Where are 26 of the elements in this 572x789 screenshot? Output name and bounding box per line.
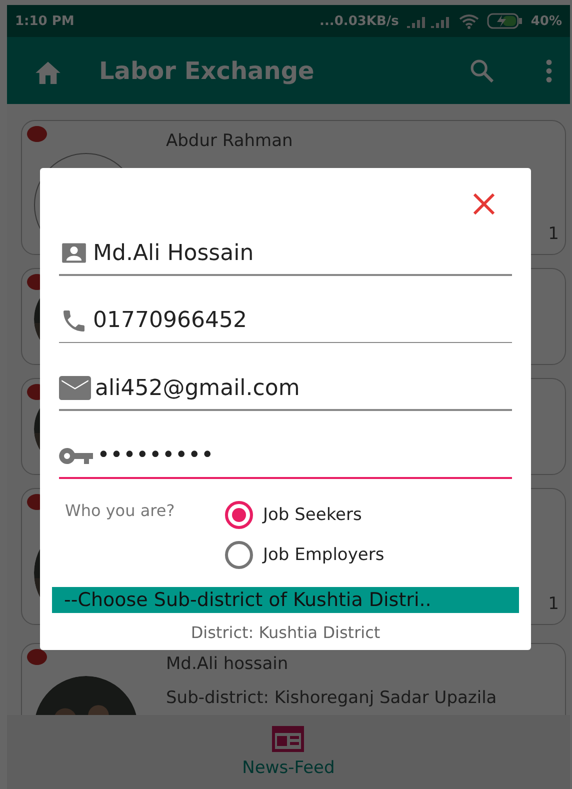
role-label: Who you are? (65, 500, 176, 522)
status-time: 1:10 PM (15, 14, 74, 28)
network-speed: ...0.03KB/s (320, 14, 399, 28)
input-field[interactable]: ••••••••• (97, 443, 512, 468)
mail-icon (59, 376, 91, 400)
profile-name: Abdur Rahman (166, 131, 293, 151)
newspaper-icon (272, 726, 304, 752)
role-radio[interactable]: Job Seekers (225, 500, 384, 528)
status-dot (27, 126, 47, 142)
wifi-icon (458, 14, 479, 28)
battery-level: 40% (530, 14, 562, 28)
input-field[interactable]: ali452@gmail.com (95, 376, 512, 400)
profile-count: 1 (548, 594, 559, 614)
subdistrict-dropdown[interactable]: --Choose Sub-district of Kushtia Distri.. (52, 586, 519, 612)
battery-icon (486, 13, 523, 29)
profile-subdistrict: Sub-district: Kishoreganj Sadar Upazila (166, 688, 497, 708)
profile-name: Md.Ali hossain (166, 654, 290, 674)
district-label: District: Kushtia District (190, 622, 382, 642)
profile-count: 1 (548, 224, 559, 244)
signal-icon (406, 14, 451, 28)
input-field[interactable]: 01770966452 (93, 308, 512, 333)
status-dot (27, 649, 47, 665)
key-icon (59, 448, 93, 464)
role-radio[interactable]: Job Employers (225, 540, 384, 568)
input-field[interactable]: Md.Ali Hossain (93, 240, 512, 266)
app-title: Labor Exchange (99, 56, 316, 84)
